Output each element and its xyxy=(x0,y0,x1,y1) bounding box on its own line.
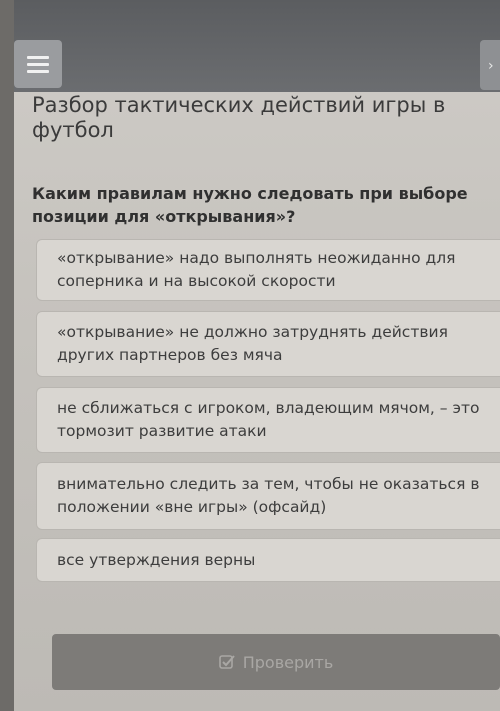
top-bar xyxy=(14,0,500,92)
page-title: Разбор тактических действий игры в футбо… xyxy=(32,93,446,142)
answer-option-label: «открывание» не должно затруднять действ… xyxy=(57,323,448,364)
answer-option-5[interactable]: все утверждения верны xyxy=(36,538,500,582)
answer-option-4[interactable]: внимательно следить за тем, чтобы не ока… xyxy=(36,462,500,530)
answer-option-label: не сближаться с игроком, владеющим мячом… xyxy=(57,399,480,440)
answer-option-1[interactable]: «открывание» надо выполнять неожиданно д… xyxy=(36,239,500,301)
answer-option-2[interactable]: «открывание» не должно затруднять действ… xyxy=(36,311,500,377)
question-text: Каким правилам нужно следовать при выбор… xyxy=(32,184,468,226)
checkbox-check-icon xyxy=(218,655,235,669)
answer-option-3[interactable]: не сближаться с игроком, владеющим мячом… xyxy=(36,387,500,453)
answer-option-label: внимательно следить за тем, чтобы не ока… xyxy=(57,475,480,516)
next-button[interactable]: › xyxy=(480,40,500,90)
check-button[interactable]: Проверить xyxy=(52,634,500,690)
menu-button[interactable] xyxy=(14,40,62,88)
chevron-right-icon: › xyxy=(488,58,494,74)
answer-option-label: все утверждения верны xyxy=(57,550,256,569)
hamburger-menu-icon xyxy=(27,55,49,59)
check-button-label: Проверить xyxy=(242,652,334,672)
answer-option-label: «открывание» надо выполнять неожиданно д… xyxy=(57,249,456,290)
